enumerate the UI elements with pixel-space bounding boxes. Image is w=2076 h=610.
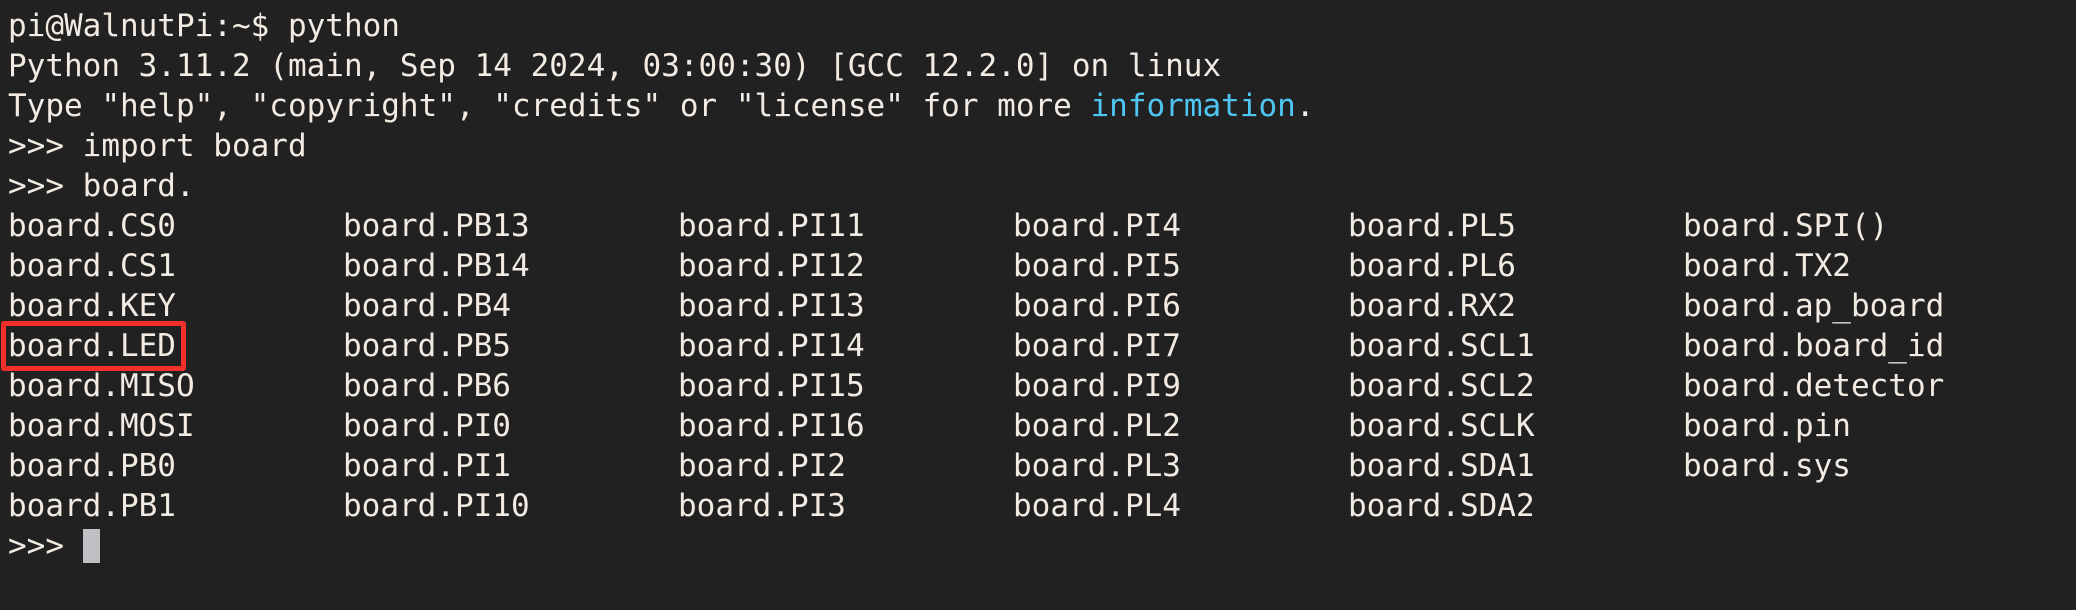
- completion-item[interactable]: board.KEY: [8, 286, 343, 326]
- completion-item[interactable]: board.LED: [8, 326, 343, 366]
- completion-item[interactable]: board.PI4: [1013, 206, 1348, 246]
- help-banner-line: Type "help", "copyright", "credits" or "…: [8, 86, 2076, 126]
- completion-item[interactable]: board.PI3: [678, 486, 1013, 526]
- completion-item[interactable]: board.PB13: [343, 206, 678, 246]
- completion-item[interactable]: board.PL3: [1013, 446, 1348, 486]
- completion-item[interactable]: board.PB1: [8, 486, 343, 526]
- completion-item[interactable]: board.CS0: [8, 206, 343, 246]
- completion-item[interactable]: board.PI6: [1013, 286, 1348, 326]
- completion-item[interactable]: board.ap_board: [1683, 286, 1944, 326]
- completion-item[interactable]: board.PI9: [1013, 366, 1348, 406]
- completion-row: board.MOSI board.PI0 board.PI16 board.PL2 bo…: [8, 406, 2076, 446]
- import-board-line: >>> import board: [8, 128, 307, 164]
- completion-item[interactable]: board.PB4: [343, 286, 678, 326]
- final-prompt-text: >>>: [8, 528, 83, 564]
- text-cursor: [82, 529, 100, 563]
- completion-row: board.CS1 board.PB14 board.PI12 board.PI5 bo…: [8, 246, 2076, 286]
- completion-item[interactable]: board.detector: [1683, 366, 1944, 406]
- terminal-screen: pi@WalnutPi:~$ python Python 3.11.2 (mai…: [0, 0, 2076, 566]
- completion-row: board.PB1 board.PI10 board.PI3 board.PL4 boa…: [8, 486, 2076, 526]
- completion-row: board.MISO board.PB6 board.PI15 board.PI9 bo…: [8, 366, 2076, 406]
- completion-row: board.CS0 board.PB13 board.PI11 board.PI4 bo…: [8, 206, 2076, 246]
- completion-item[interactable]: board.SCLK: [1348, 406, 1683, 446]
- completion-item[interactable]: board.PL4: [1013, 486, 1348, 526]
- completion-item[interactable]: board.PB6: [343, 366, 678, 406]
- completion-item[interactable]: board.PL2: [1013, 406, 1348, 446]
- python-version-line: Python 3.11.2 (main, Sep 14 2024, 03:00:…: [8, 48, 1222, 84]
- completion-item[interactable]: board.PB5: [343, 326, 678, 366]
- completion-item[interactable]: board.PI12: [678, 246, 1013, 286]
- completion-item[interactable]: board.PI10: [343, 486, 678, 526]
- completion-item[interactable]: board.TX2: [1683, 246, 1851, 286]
- completion-grid: board.CS0 board.PB13 board.PI11 board.PI4 bo…: [8, 206, 2076, 526]
- completion-item[interactable]: board.MISO: [8, 366, 343, 406]
- completion-item[interactable]: board.PI5: [1013, 246, 1348, 286]
- completion-item[interactable]: board.PI11: [678, 206, 1013, 246]
- completion-item[interactable]: board.pin: [1683, 406, 1851, 446]
- completion-item[interactable]: board.SCL1: [1348, 326, 1683, 366]
- final-prompt-line: >>>: [8, 526, 2076, 566]
- completion-item[interactable]: board.PI0: [343, 406, 678, 446]
- information-link[interactable]: information: [1091, 88, 1296, 124]
- completion-item[interactable]: board.PL5: [1348, 206, 1683, 246]
- completion-item[interactable]: board.SCL2: [1348, 366, 1683, 406]
- completion-item[interactable]: board.PI14: [678, 326, 1013, 366]
- completion-item[interactable]: board.RX2: [1348, 286, 1683, 326]
- help-banner-text: Type "help", "copyright", "credits" or "…: [8, 88, 1091, 124]
- completion-item[interactable]: board.PI2: [678, 446, 1013, 486]
- completion-row: board.KEY board.PB4 board.PI13 board.PI6 boa…: [8, 286, 2076, 326]
- completion-item[interactable]: board.board_id: [1683, 326, 1944, 366]
- completion-item[interactable]: board.MOSI: [8, 406, 343, 446]
- completion-item[interactable]: board.SPI(): [1683, 206, 1888, 246]
- completion-item[interactable]: board.SDA1: [1348, 446, 1683, 486]
- terminal-window[interactable]: pi@WalnutPi:~$ python Python 3.11.2 (mai…: [0, 0, 2076, 610]
- shell-prompt-line: pi@WalnutPi:~$ python: [8, 8, 400, 44]
- completion-item[interactable]: board.PL6: [1348, 246, 1683, 286]
- completion-item[interactable]: board.sys: [1683, 446, 1851, 486]
- completion-row: board.PB0 board.PI1 board.PI2 board.PL3 boar…: [8, 446, 2076, 486]
- completion-row: board.LED board.PB5 board.PI14 board.PI7 boa…: [8, 326, 2076, 366]
- completion-item[interactable]: board.PB0: [8, 446, 343, 486]
- completion-item[interactable]: board.PI16: [678, 406, 1013, 446]
- completion-item[interactable]: board.SDA2: [1348, 486, 1683, 526]
- board-completion-line: >>> board.: [8, 168, 195, 204]
- completion-item[interactable]: board.PI1: [343, 446, 678, 486]
- completion-item[interactable]: board.PI15: [678, 366, 1013, 406]
- completion-item[interactable]: board.PI13: [678, 286, 1013, 326]
- help-banner-period: .: [1295, 88, 1315, 124]
- completion-item[interactable]: board.CS1: [8, 246, 343, 286]
- completion-item[interactable]: board.PB14: [343, 246, 678, 286]
- completion-item[interactable]: board.PI7: [1013, 326, 1348, 366]
